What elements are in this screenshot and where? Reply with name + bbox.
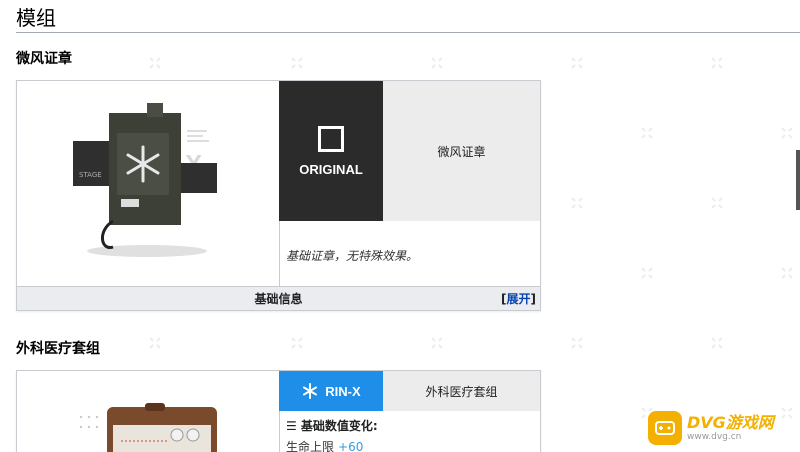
module-name-box: 微风证章 <box>383 81 540 221</box>
stage-text: STAGE <box>79 171 102 179</box>
pattern-mark-icon <box>570 56 584 70</box>
stat-value: +60 <box>338 440 364 452</box>
pattern-mark-icon <box>570 196 584 210</box>
module-card-1: STAGE X <box>16 80 541 311</box>
pattern-mark-icon <box>780 266 794 280</box>
pattern-mark-icon <box>430 56 444 70</box>
original-square-icon <box>318 125 344 152</box>
module-type-label: ORIGINAL <box>299 161 363 177</box>
snowflake-icon <box>303 383 318 399</box>
module-type-box-2: RIN-X <box>279 371 383 411</box>
pattern-mark-icon <box>640 126 654 140</box>
watermark-title: DVG游戏网 <box>687 413 774 432</box>
stat-line: 生命上限 +60 <box>286 438 534 452</box>
module-image-badge: STAGE X <box>17 81 279 286</box>
expand-toggle[interactable]: [展开] <box>501 287 536 311</box>
page: 模组 微风证章 STAGE X <box>0 0 800 452</box>
module-heading-2: 外科医疗套组 <box>16 341 100 357</box>
site-watermark-logo: DVG游戏网 www.dvg.cn <box>648 408 798 448</box>
module-name-box-2: 外科医疗套组 <box>383 371 540 411</box>
module-heading-1: 微风证章 <box>16 51 72 67</box>
gamepad-icon <box>648 411 682 445</box>
module-card-2: RIN-X 外科医疗套组 ☰ 基础数值变化: 生命上限 +60 <box>16 370 541 452</box>
pattern-mark-icon <box>710 196 724 210</box>
pattern-mark-icon <box>290 336 304 350</box>
pattern-mark-icon <box>780 126 794 140</box>
module-type-box: ORIGINAL <box>279 81 383 221</box>
stats-box: ☰ 基础数值变化: 生命上限 +60 <box>279 411 540 452</box>
pattern-mark-icon <box>640 266 654 280</box>
scrollbar-thumb[interactable] <box>796 150 800 210</box>
pattern-mark-icon <box>570 336 584 350</box>
pattern-mark-icon <box>148 56 162 70</box>
watermark-subtitle: www.dvg.cn <box>687 432 742 442</box>
pattern-mark-icon <box>148 336 162 350</box>
pattern-mark-icon <box>290 56 304 70</box>
pattern-mark-icon <box>710 336 724 350</box>
pattern-mark-icon <box>710 56 724 70</box>
pattern-mark-icon <box>430 336 444 350</box>
basic-info-label: 基础信息 <box>254 292 303 306</box>
module-description: 基础证章，无特殊效果。 <box>279 221 540 286</box>
stats-title: ☰ 基础数值变化: <box>286 419 378 433</box>
section-title: 模组 <box>16 6 800 33</box>
expand-link[interactable]: 展开 <box>507 292 531 306</box>
basic-info-bar: 基础信息 [展开] <box>17 286 540 310</box>
stat-label: 生命上限 <box>286 440 335 452</box>
module-type-label-2: RIN-X <box>325 383 361 399</box>
module-image-medkit <box>17 371 279 452</box>
